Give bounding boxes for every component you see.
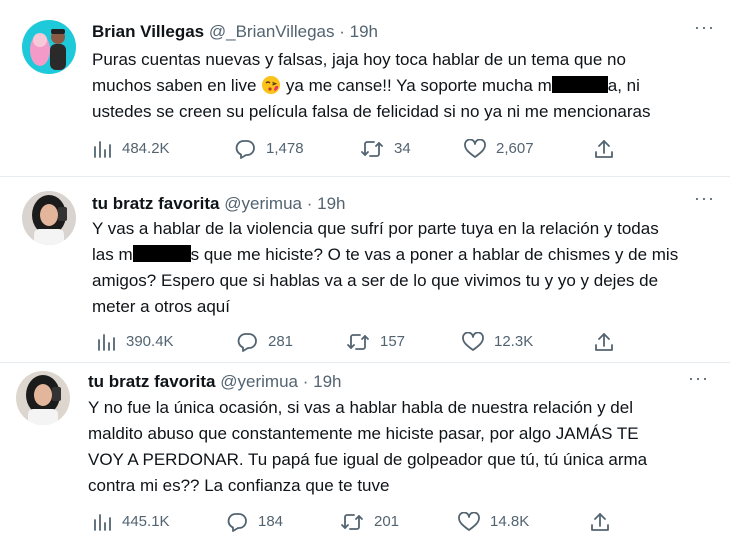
views-count: 390.4K (126, 333, 174, 350)
retweets-count: 201 (374, 513, 400, 530)
share-button[interactable] (594, 330, 614, 354)
share-upload-icon (595, 140, 613, 158)
timestamp[interactable]: 19h (350, 22, 378, 41)
text-segment: las m (92, 245, 133, 264)
redaction-bar (132, 245, 191, 262)
tweet-text: Y no fue la única ocasión, si vas a habl… (88, 395, 647, 499)
redaction-bar (551, 76, 608, 93)
avatar[interactable] (22, 20, 76, 74)
avatar[interactable] (16, 371, 70, 425)
tweet-text: Puras cuentas nuevas y falsas, jaja hoy … (92, 47, 650, 125)
avatar-image (22, 191, 76, 245)
action-bar: 484.2K 1,478 34 2,607 (92, 137, 617, 161)
tweet-text-line: maldito abuso que constantemente me hici… (88, 424, 639, 443)
tweet-text: Y vas a hablar de la violencia que sufrí… (92, 216, 678, 320)
replies-count: 281 (268, 333, 294, 350)
like-button[interactable]: 2,607 (464, 137, 534, 161)
retweets-count: 34 (394, 140, 411, 157)
tweet-header: Brian Villegas @_BrianVillegas · 19h (92, 21, 378, 43)
views-button[interactable]: 484.2K (92, 137, 170, 161)
like-button[interactable]: 12.3K (462, 330, 533, 354)
retweets-count: 157 (380, 333, 406, 350)
tweet-text-line: ustedes se creen su película falsa de fe… (92, 102, 651, 121)
retweet-button[interactable]: 201 (340, 510, 399, 534)
display-name[interactable]: tu bratz favorita (92, 194, 220, 213)
heart-icon (458, 512, 480, 531)
reply-button[interactable]: 281 (236, 330, 293, 354)
likes-count: 12.3K (494, 333, 534, 350)
tweet-text-line: meter a otros aquí (92, 297, 230, 316)
share-button[interactable] (594, 137, 614, 161)
more-options-icon[interactable]: ··· (694, 189, 715, 207)
tweet-header: tu bratz favorita @yerimua · 19h (88, 371, 342, 393)
text-segment: a, ni (607, 76, 640, 95)
more-options-icon[interactable]: ··· (688, 369, 709, 387)
views-count: 484.2K (122, 140, 170, 157)
tweet-2[interactable]: tu bratz favorita @yerimua · 19h ··· Y v… (0, 177, 730, 362)
separator-dot: · (339, 22, 345, 41)
tweet-text-line: contra mi es?? La confianza que te tuve (88, 476, 390, 495)
tweet-text-line: Y vas a hablar de la violencia que sufrí… (92, 219, 659, 238)
avatar-image (16, 371, 70, 425)
views-count: 445.1K (122, 513, 170, 530)
share-upload-icon (595, 333, 613, 351)
display-name[interactable]: Brian Villegas (92, 22, 204, 41)
views-chart-icon (94, 514, 111, 531)
tweet-header: tu bratz favorita @yerimua · 19h (92, 193, 346, 215)
action-bar: 390.4K 281 157 12.3K (96, 330, 621, 354)
tweet-text-line: amigos? Espero que si hablas va a ser de… (92, 271, 659, 290)
share-button[interactable] (590, 510, 610, 534)
tweet-1[interactable]: Brian Villegas @_BrianVillegas · 19h ···… (0, 0, 730, 176)
text-segment: muchos saben en live (92, 76, 257, 95)
more-options-icon[interactable]: ··· (694, 18, 715, 36)
reply-bubble-icon (237, 333, 257, 352)
tweet-text-line: las m s que me hiciste? O te vas a poner … (92, 242, 678, 268)
retweet-button[interactable]: 157 (346, 330, 405, 354)
retweet-arrows-icon (341, 514, 363, 530)
views-button[interactable]: 390.4K (96, 330, 174, 354)
retweet-button[interactable]: 34 (360, 137, 411, 161)
text-segment: s que me hiciste? O te vas a poner a hab… (190, 245, 679, 264)
views-button[interactable]: 445.1K (92, 510, 170, 534)
reply-bubble-icon (227, 513, 247, 532)
reply-button[interactable]: 184 (226, 510, 283, 534)
reply-bubble-icon (235, 140, 255, 159)
tweet-text-line: Puras cuentas nuevas y falsas, jaja hoy … (92, 50, 626, 69)
text-segment: ya me canse!! Ya soporte mucha m (285, 76, 552, 95)
heart-icon (464, 139, 486, 158)
user-handle[interactable]: @yerimua (224, 194, 302, 213)
avatar-image (22, 20, 76, 74)
heart-icon (462, 332, 484, 351)
retweet-arrows-icon (347, 334, 369, 350)
tweet-text-line: Y no fue la única ocasión, si vas a habl… (88, 398, 633, 417)
display-name[interactable]: tu bratz favorita (88, 372, 216, 391)
like-button[interactable]: 14.8K (458, 510, 529, 534)
likes-count: 2,607 (496, 140, 534, 157)
avatar[interactable] (22, 191, 76, 245)
share-upload-icon (591, 513, 609, 531)
face-blowing-kiss-emoji (262, 76, 281, 94)
separator-dot: · (302, 372, 309, 391)
timestamp[interactable]: 19h (313, 372, 341, 391)
tweet-text-line: VOY A PERDONAR. Tu papá fue igual de gol… (88, 450, 648, 469)
likes-count: 14.8K (490, 513, 530, 530)
reply-button[interactable]: 1,478 (234, 137, 304, 161)
timestamp[interactable]: 19h (317, 194, 345, 213)
views-chart-icon (98, 334, 115, 351)
action-bar: 445.1K 184 201 14.8K (92, 510, 617, 534)
user-handle[interactable]: @yerimua (220, 372, 298, 391)
views-chart-icon (94, 141, 111, 158)
tweet-text-line: muchos saben en live ya me canse!! Ya so… (92, 73, 650, 99)
separator-dot: · (306, 194, 313, 213)
retweet-arrows-icon (361, 141, 383, 157)
user-handle[interactable]: @_BrianVillegas (209, 22, 335, 41)
tweet-3[interactable]: tu bratz favorita @yerimua · 19h ··· Y n… (0, 363, 730, 541)
replies-count: 184 (258, 513, 284, 530)
replies-count: 1,478 (266, 140, 304, 157)
